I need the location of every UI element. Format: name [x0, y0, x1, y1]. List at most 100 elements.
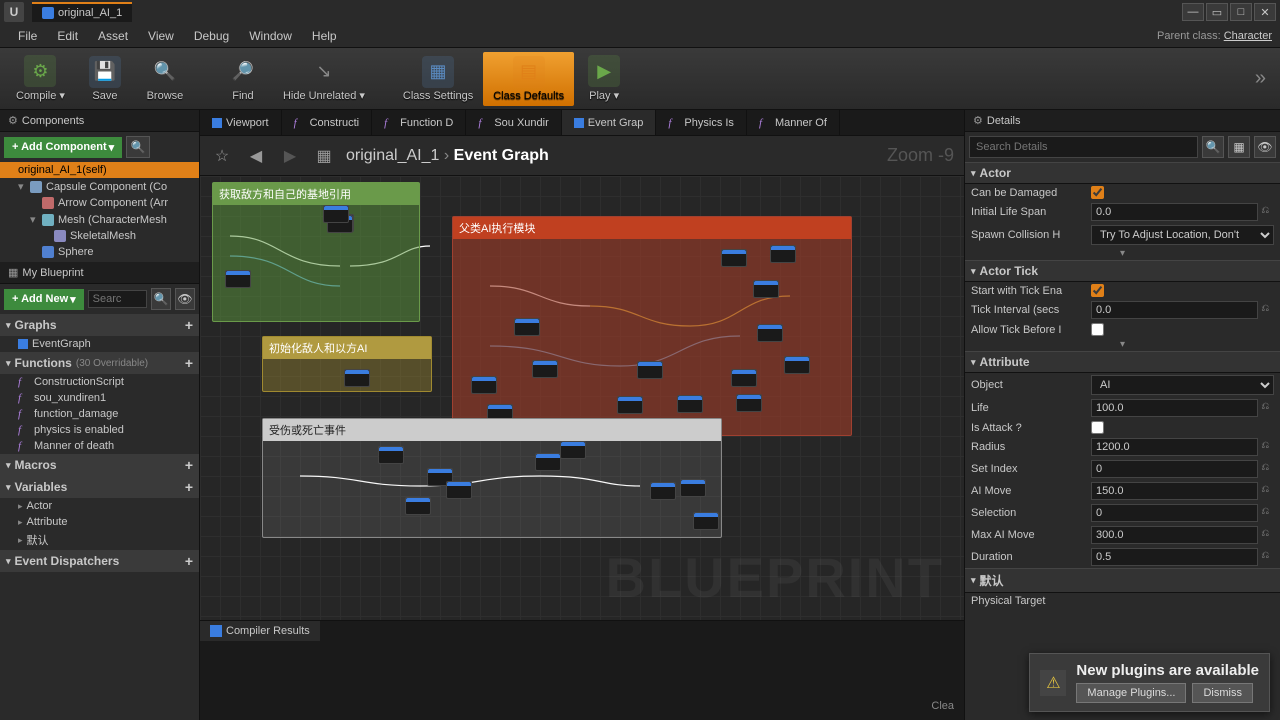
- functions-item[interactable]: ffunction_damage: [0, 406, 199, 422]
- editor-tab[interactable]: fConstructi: [282, 110, 373, 135]
- reset-button[interactable]: ⎌: [1261, 484, 1274, 498]
- add-variables-button[interactable]: +: [185, 479, 193, 495]
- menu-help[interactable]: Help: [302, 25, 347, 47]
- play-button[interactable]: ▶Play ▾: [574, 51, 634, 106]
- window-maximize-button[interactable]: □: [1230, 3, 1252, 21]
- menu-edit[interactable]: Edit: [47, 25, 88, 47]
- save-button[interactable]: 💾Save: [75, 52, 135, 106]
- nav-forward-button[interactable]: ▶: [278, 144, 302, 168]
- component-row[interactable]: ▾Mesh (CharacterMesh: [0, 211, 199, 228]
- graph-node[interactable]: [378, 446, 404, 464]
- details-number-input[interactable]: [1091, 482, 1258, 500]
- compile-button[interactable]: ⚙Compile ▾: [6, 51, 75, 106]
- graph-canvas[interactable]: BLUEPRINT 获取敌方和自己的基地引用父类AI执行模块初始化敌人和以方AI…: [200, 176, 964, 620]
- add-macros-button[interactable]: +: [185, 457, 193, 473]
- graph-node[interactable]: [757, 324, 783, 342]
- reset-button[interactable]: ⎌: [1261, 462, 1274, 476]
- reset-button[interactable]: ⎌: [1261, 506, 1274, 520]
- add-dispatchers-button[interactable]: +: [185, 553, 193, 569]
- graph-node[interactable]: [535, 453, 561, 471]
- menu-window[interactable]: Window: [239, 25, 302, 47]
- add-component-button[interactable]: + Add Component▾: [4, 137, 122, 158]
- expand-advanced-button[interactable]: ▾: [965, 338, 1280, 351]
- editor-tab[interactable]: Viewport: [200, 110, 282, 135]
- details-section[interactable]: ▾Actor Tick: [965, 260, 1280, 282]
- graph-node[interactable]: [721, 249, 747, 267]
- graph-node[interactable]: [560, 441, 586, 459]
- editor-tab[interactable]: Event Grap: [562, 110, 657, 135]
- editor-tab[interactable]: fManner Of: [747, 110, 840, 135]
- functions-item[interactable]: fphysics is enabled: [0, 422, 199, 438]
- my-blueprint-search-input[interactable]: [88, 290, 147, 308]
- graph-node[interactable]: [532, 360, 558, 378]
- section-macros[interactable]: ▾Macros+: [0, 454, 199, 476]
- details-number-input[interactable]: [1091, 301, 1258, 319]
- graph-node[interactable]: [323, 205, 349, 223]
- menu-asset[interactable]: Asset: [88, 25, 138, 47]
- manage-plugins-button[interactable]: Manage Plugins...: [1076, 683, 1186, 703]
- my-blueprint-panel-tab[interactable]: ▦ My Blueprint: [0, 262, 199, 284]
- components-panel-tab[interactable]: ⚙ Components: [0, 110, 199, 132]
- window-close-button[interactable]: ✕: [1254, 3, 1276, 21]
- editor-tab[interactable]: fSou Xundir: [466, 110, 561, 135]
- compiler-results-tab[interactable]: Compiler Results: [200, 621, 320, 641]
- graph-node[interactable]: [731, 369, 757, 387]
- details-section[interactable]: ▾默认: [965, 568, 1280, 593]
- variables-item[interactable]: ▸Attribute: [0, 514, 199, 530]
- component-row[interactable]: Sphere: [0, 244, 199, 260]
- graph-node[interactable]: [784, 356, 810, 374]
- add-functions-button[interactable]: +: [185, 355, 193, 371]
- details-view-options-button[interactable]: 👁: [1254, 136, 1276, 158]
- graph-node[interactable]: [514, 318, 540, 336]
- toolbar-overflow-button[interactable]: »: [1247, 67, 1274, 90]
- reset-button[interactable]: ⎌: [1261, 205, 1274, 219]
- details-search-button[interactable]: 🔍: [1202, 136, 1224, 158]
- graphs-item[interactable]: EventGraph: [0, 336, 199, 352]
- details-checkbox[interactable]: [1091, 284, 1104, 297]
- comment-box[interactable]: 获取敌方和自己的基地引用: [212, 182, 420, 322]
- favorite-button[interactable]: ☆: [210, 144, 234, 168]
- reset-button[interactable]: ⎌: [1261, 401, 1274, 415]
- comment-box[interactable]: 受伤或死亡事件: [262, 418, 722, 538]
- details-number-input[interactable]: [1091, 548, 1258, 566]
- graph-node[interactable]: [680, 479, 706, 497]
- menu-view[interactable]: View: [138, 25, 184, 47]
- compiler-clear-button[interactable]: Clea: [931, 700, 954, 712]
- component-row[interactable]: Arrow Component (Arr: [0, 195, 199, 211]
- graph-node[interactable]: [693, 512, 719, 530]
- graph-node[interactable]: [637, 361, 663, 379]
- browse-button[interactable]: 🔍Browse: [135, 52, 195, 106]
- window-restore-button[interactable]: ▭: [1206, 3, 1228, 21]
- find-button[interactable]: 🔎Find: [213, 52, 273, 106]
- graph-node[interactable]: [471, 376, 497, 394]
- graph-node[interactable]: [446, 481, 472, 499]
- section-graphs[interactable]: ▾Graphs+: [0, 314, 199, 336]
- functions-item[interactable]: fsou_xundiren1: [0, 390, 199, 406]
- hide-unrelated-button[interactable]: ↘Hide Unrelated ▾: [273, 51, 375, 106]
- component-row[interactable]: ▾Capsule Component (Co: [0, 178, 199, 195]
- details-number-input[interactable]: [1091, 504, 1258, 522]
- editor-tab[interactable]: fPhysics Is: [656, 110, 747, 135]
- details-select[interactable]: Try To Adjust Location, Don't: [1091, 225, 1274, 245]
- graph-node[interactable]: [344, 369, 370, 387]
- graph-node[interactable]: [736, 394, 762, 412]
- reset-button[interactable]: ⎌: [1261, 528, 1274, 542]
- graph-node[interactable]: [405, 497, 431, 515]
- menu-file[interactable]: File: [8, 25, 47, 47]
- menu-debug[interactable]: Debug: [184, 25, 239, 47]
- details-section[interactable]: ▾Actor: [965, 162, 1280, 184]
- add-graphs-button[interactable]: +: [185, 317, 193, 333]
- class-settings-button[interactable]: ▦Class Settings: [393, 52, 483, 106]
- graph-node[interactable]: [617, 396, 643, 414]
- component-row[interactable]: original_AI_1(self): [0, 162, 199, 178]
- parent-class-link[interactable]: Character: [1224, 30, 1272, 42]
- add-new-button[interactable]: + Add New▾: [4, 289, 84, 310]
- dismiss-notification-button[interactable]: Dismiss: [1192, 683, 1253, 703]
- functions-item[interactable]: fConstructionScript: [0, 374, 199, 390]
- graph-node[interactable]: [753, 280, 779, 298]
- expand-advanced-button[interactable]: ▾: [965, 247, 1280, 260]
- details-select[interactable]: AI: [1091, 375, 1274, 395]
- details-panel-tab[interactable]: ⚙ Details: [965, 110, 1280, 132]
- variables-item[interactable]: ▸默认: [0, 530, 199, 550]
- details-number-input[interactable]: [1091, 460, 1258, 478]
